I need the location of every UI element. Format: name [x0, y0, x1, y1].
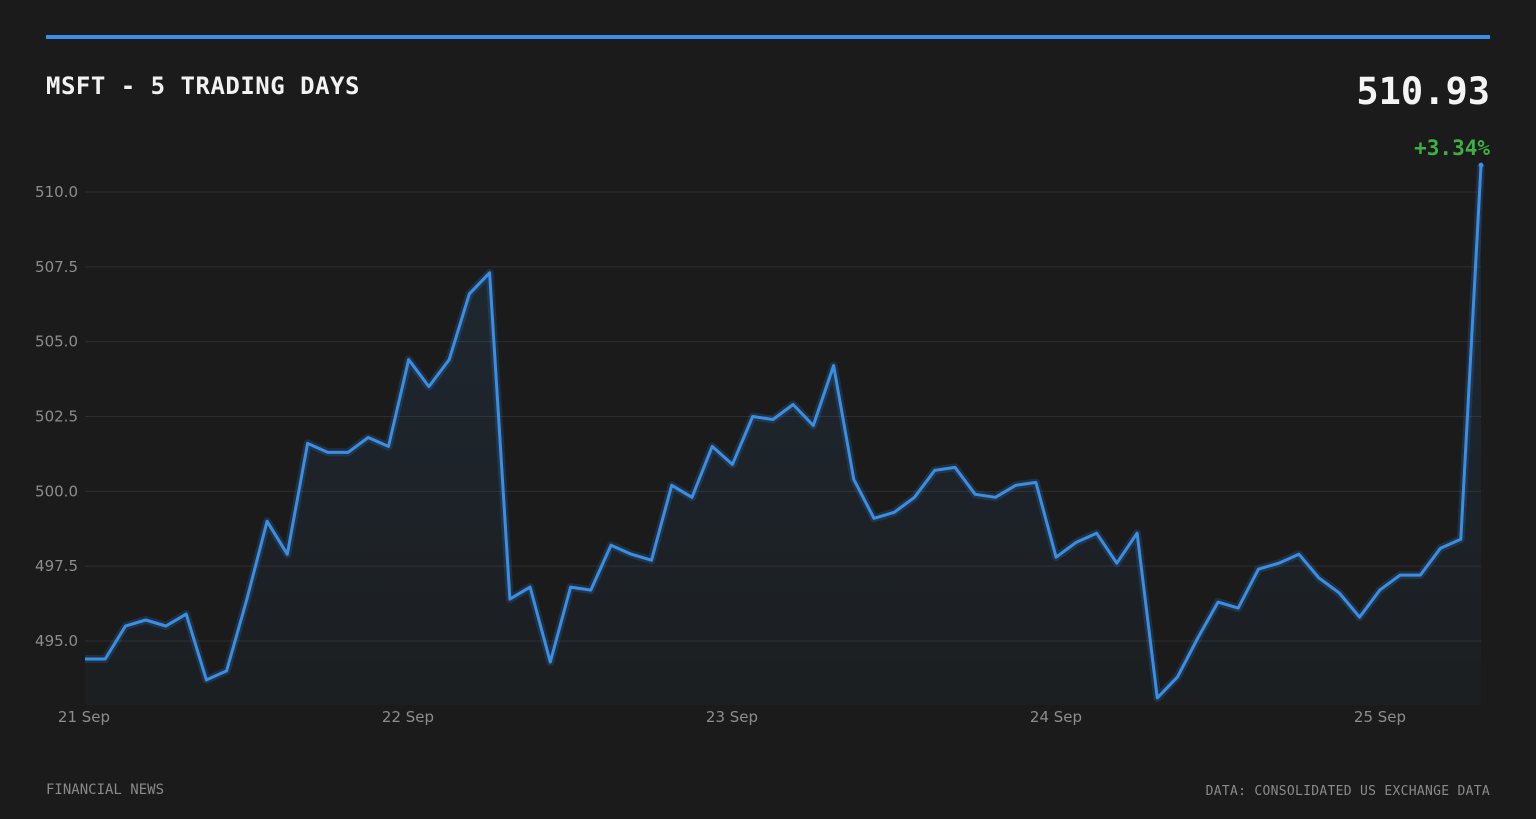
- price-point: [1478, 162, 1484, 168]
- footer-source: FINANCIAL NEWS: [46, 782, 165, 798]
- y-tick-label: 505.0: [35, 333, 78, 351]
- y-tick-label: 507.5: [35, 258, 78, 276]
- price-chart: 495.0 497.5 500.0 502.5 505.0 507.5 510.0 21 S…: [35, 162, 1485, 726]
- y-tick-label: 497.5: [35, 557, 78, 575]
- y-tick-label: 495.0: [35, 632, 78, 650]
- price-area-fill: [85, 165, 1481, 706]
- x-tick-label: 22 Sep: [382, 708, 434, 726]
- footer-data-credit: DATA: CONSOLIDATED US EXCHANGE DATA: [1205, 784, 1490, 799]
- chart-page: MSFT - 5 TRADING DAYS 510.93 +3.34% 495.…: [0, 0, 1536, 819]
- x-tick-label: 25 Sep: [1354, 708, 1406, 726]
- y-tick-label: 502.5: [35, 408, 78, 426]
- x-tick-label: 23 Sep: [706, 708, 758, 726]
- y-tick-label: 500.0: [35, 482, 78, 500]
- x-tick-label: 24 Sep: [1030, 708, 1082, 726]
- x-tick-label: 21 Sep: [58, 708, 110, 726]
- y-tick-label: 510.0: [35, 183, 78, 201]
